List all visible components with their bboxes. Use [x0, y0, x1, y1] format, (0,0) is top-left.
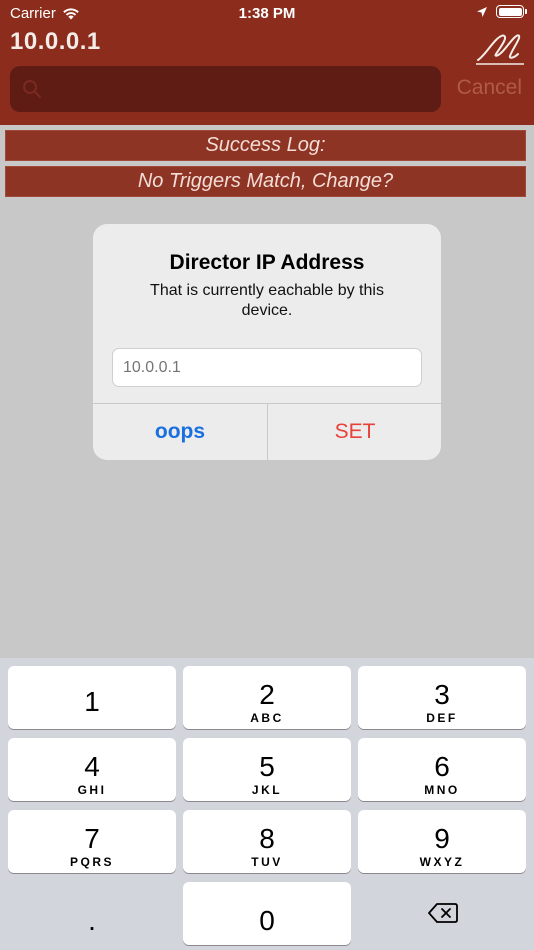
key-letters: GHI: [77, 782, 107, 797]
numeric-keypad: 1 2 ABC 3 DEF 4 GHI 5 JKL 6 MNO 7 PQRS 8…: [0, 658, 534, 950]
key-number: 7: [84, 822, 100, 854]
key-letters: MNO: [424, 782, 460, 797]
key-3[interactable]: 3 DEF: [358, 666, 526, 729]
key-letters: TUV: [251, 854, 283, 869]
key-number: 9: [434, 822, 450, 854]
key-letters: WXYZ: [419, 854, 465, 869]
key-number: 0: [259, 905, 275, 936]
key-number: 5: [259, 750, 275, 782]
key-number: 8: [259, 822, 275, 854]
key-number: 4: [84, 750, 100, 782]
key-2[interactable]: 2 ABC: [183, 666, 351, 729]
key-number: 6: [434, 750, 450, 782]
battery-icon: [496, 5, 527, 18]
key-6[interactable]: 6 MNO: [358, 738, 526, 801]
key-number: 1: [84, 685, 100, 717]
key-9[interactable]: 9 WXYZ: [358, 810, 526, 873]
no-triggers-bar[interactable]: No Triggers Match, Change?: [5, 166, 526, 197]
key-number: 2: [259, 678, 275, 710]
key-8[interactable]: 8 TUV: [183, 810, 351, 873]
key-dot[interactable]: .: [8, 882, 176, 945]
key-number: .: [88, 904, 96, 936]
status-bar: Carrier 1:38 PM: [0, 0, 534, 28]
oops-button[interactable]: oops: [93, 404, 267, 460]
search-bar[interactable]: [10, 66, 441, 112]
success-log-bar[interactable]: Success Log:: [5, 130, 526, 161]
key-1[interactable]: 1: [8, 666, 176, 729]
delete-icon: [428, 903, 458, 923]
search-icon: [23, 80, 41, 98]
ip-address-input[interactable]: [112, 348, 422, 387]
cancel-search-button[interactable]: Cancel: [457, 76, 522, 100]
key-number: 3: [434, 678, 450, 710]
key-delete[interactable]: [358, 882, 526, 945]
location-icon: [477, 6, 487, 17]
key-4[interactable]: 4 GHI: [8, 738, 176, 801]
key-letters: DEF: [426, 710, 458, 725]
key-0[interactable]: 0: [183, 882, 351, 945]
alert-title: Director IP Address: [169, 251, 365, 274]
status-time: 1:38 PM: [238, 5, 296, 22]
key-letters: ABC: [250, 710, 284, 725]
status-right: [476, 5, 527, 18]
key-5[interactable]: 5 JKL: [183, 738, 351, 801]
key-letters: JKL: [251, 782, 283, 797]
signature-logo-icon[interactable]: [474, 26, 526, 66]
nav-title: 10.0.0.1: [10, 28, 101, 55]
alert-message: That is currently eachable by this devic…: [150, 282, 384, 319]
ip-address-alert: Director IP Address That is currently ea…: [93, 224, 441, 460]
key-7[interactable]: 7 PQRS: [8, 810, 176, 873]
key-letters: PQRS: [69, 854, 114, 869]
set-button[interactable]: SET: [268, 404, 441, 460]
header: Carrier 1:38 PM 10.0.0.1 Cancel: [0, 0, 534, 125]
